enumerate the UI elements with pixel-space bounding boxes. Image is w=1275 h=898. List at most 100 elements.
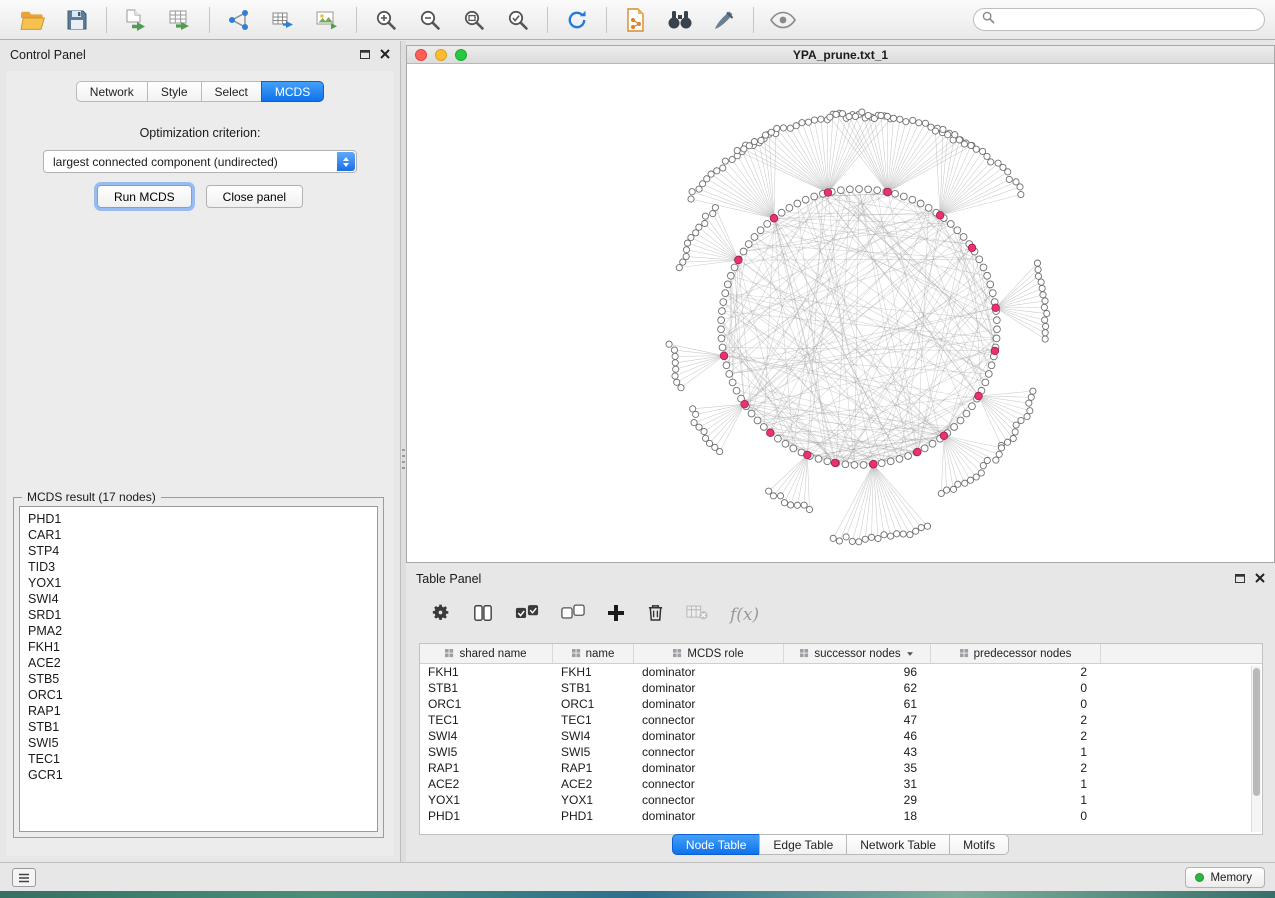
table-row[interactable]: TEC1TEC1connector472 <box>420 712 1262 728</box>
table-row[interactable]: ACE2ACE2connector311 <box>420 776 1262 792</box>
mcds-result-groupbox: MCDS result (17 nodes) PHD1CAR1STP4TID3Y… <box>13 497 384 838</box>
tab-network-table[interactable]: Network Table <box>846 834 950 855</box>
status-menu-icon[interactable] <box>12 868 36 887</box>
search-network-icon[interactable] <box>665 5 695 35</box>
node-table: shared namenameMCDS rolesuccessor nodesp… <box>419 643 1263 835</box>
tab-mcds[interactable]: MCDS <box>261 81 324 102</box>
desktop-wallpaper-strip <box>0 891 1275 898</box>
share-document-icon[interactable] <box>621 5 651 35</box>
column-header-name[interactable]: name <box>553 644 634 663</box>
dropdown-stepper-icon <box>337 152 355 171</box>
export-network-icon[interactable] <box>224 5 254 35</box>
toggle-graphics-details-icon[interactable] <box>768 5 798 35</box>
network-canvas[interactable] <box>407 64 1274 562</box>
result-item[interactable]: FKH1 <box>28 639 369 655</box>
file-group <box>10 5 100 35</box>
float-table-panel-icon[interactable] <box>1235 572 1245 586</box>
control-panel: Control Panel NetworkStyleSelectMCDS Opt… <box>0 41 401 862</box>
result-item[interactable]: PMA2 <box>28 623 369 639</box>
result-item[interactable]: TID3 <box>28 559 369 575</box>
zoom-in-icon[interactable] <box>371 5 401 35</box>
close-table-panel-icon[interactable] <box>1255 572 1265 586</box>
network-canvas-svg <box>407 64 1274 562</box>
result-item[interactable]: YOX1 <box>28 575 369 591</box>
result-item[interactable]: STB1 <box>28 719 369 735</box>
column-header-MCDS-role[interactable]: MCDS role <box>634 644 784 663</box>
zoom-out-icon[interactable] <box>415 5 445 35</box>
tab-node-table[interactable]: Node Table <box>672 834 761 855</box>
result-item[interactable]: SRD1 <box>28 607 369 623</box>
result-item[interactable]: SWI4 <box>28 591 369 607</box>
global-search <box>973 8 1265 31</box>
tab-network[interactable]: Network <box>76 81 148 102</box>
run-mcds-button[interactable]: Run MCDS <box>97 185 192 208</box>
result-item[interactable]: STP4 <box>28 543 369 559</box>
table-row[interactable]: ORC1ORC1dominator610 <box>420 696 1262 712</box>
import-group <box>113 5 203 35</box>
float-window-icon[interactable] <box>360 48 370 62</box>
result-item[interactable]: TEC1 <box>28 751 369 767</box>
column-header-successor-nodes[interactable]: successor nodes <box>784 644 931 663</box>
table-row[interactable]: RAP1RAP1dominator352 <box>420 760 1262 776</box>
table-panel-tabs: Node TableEdge TableNetwork TableMotifs <box>672 834 1009 855</box>
main-toolbar <box>0 0 1275 40</box>
result-item[interactable]: ORC1 <box>28 687 369 703</box>
tab-motifs[interactable]: Motifs <box>949 834 1009 855</box>
table-settings-gear-icon[interactable] <box>430 602 451 628</box>
table-row[interactable]: FKH1FKH1dominator962 <box>420 664 1262 680</box>
column-header-shared-name[interactable]: shared name <box>420 644 553 663</box>
tab-style[interactable]: Style <box>147 81 202 102</box>
paint-style-icon[interactable] <box>709 5 739 35</box>
memory-button[interactable]: Memory <box>1185 867 1265 888</box>
open-folder-icon[interactable] <box>18 5 48 35</box>
mcds-result-title: MCDS result (17 nodes) <box>22 490 161 504</box>
window-minimize-button[interactable] <box>435 49 447 61</box>
zoom-group <box>363 5 541 35</box>
optimization-criterion-select[interactable]: largest connected component (undirected) <box>43 150 357 173</box>
result-item[interactable]: PHD1 <box>28 511 369 527</box>
table-scrollbar-thumb[interactable] <box>1253 668 1260 796</box>
search-icon <box>982 11 995 29</box>
table-scrollbar[interactable] <box>1251 666 1261 832</box>
status-bar: Memory <box>0 862 1275 891</box>
table-panel-title: Table Panel <box>416 572 481 586</box>
table-row[interactable]: SWI5SWI5connector431 <box>420 744 1262 760</box>
tools-group <box>613 5 747 35</box>
export-table-icon[interactable] <box>268 5 298 35</box>
close-panel-icon[interactable] <box>380 48 390 62</box>
table-row[interactable]: YOX1YOX1connector291 <box>420 792 1262 808</box>
import-network-from-file-icon[interactable] <box>121 5 151 35</box>
add-column-icon[interactable] <box>607 604 625 627</box>
export-group <box>216 5 350 35</box>
result-item[interactable]: STB5 <box>28 671 369 687</box>
result-item[interactable]: ACE2 <box>28 655 369 671</box>
table-row[interactable]: PHD1PHD1dominator180 <box>420 808 1262 824</box>
mcds-result-list: PHD1CAR1STP4TID3YOX1SWI4SRD1PMA2FKH1ACE2… <box>19 506 378 832</box>
tab-edge-table[interactable]: Edge Table <box>759 834 847 855</box>
tab-select[interactable]: Select <box>201 81 262 102</box>
save-icon[interactable] <box>62 5 92 35</box>
close-panel-button[interactable]: Close panel <box>206 185 303 208</box>
search-input[interactable] <box>1000 13 1256 27</box>
zoom-fit-icon[interactable] <box>459 5 489 35</box>
result-item[interactable]: GCR1 <box>28 767 369 783</box>
result-item[interactable]: SWI5 <box>28 735 369 751</box>
refresh-group <box>554 5 600 35</box>
table-row[interactable]: STB1STB1dominator620 <box>420 680 1262 696</box>
export-image-icon[interactable] <box>312 5 342 35</box>
delete-column-icon[interactable] <box>647 603 664 627</box>
window-close-button[interactable] <box>415 49 427 61</box>
result-item[interactable]: CAR1 <box>28 527 369 543</box>
result-item[interactable]: RAP1 <box>28 703 369 719</box>
refresh-layout-icon[interactable] <box>562 5 592 35</box>
show-columns-icon[interactable] <box>473 603 493 628</box>
zoom-selected-icon[interactable] <box>503 5 533 35</box>
select-all-rows-icon[interactable] <box>515 604 539 626</box>
import-table-from-file-icon[interactable] <box>165 5 195 35</box>
column-header-predecessor-nodes[interactable]: predecessor nodes <box>931 644 1101 663</box>
table-row[interactable]: SWI4SWI4dominator462 <box>420 728 1262 744</box>
optimization-criterion-label: Optimization criterion: <box>6 126 394 140</box>
deselect-all-rows-icon[interactable] <box>561 604 585 626</box>
control-panel-title: Control Panel <box>10 48 86 62</box>
window-maximize-button[interactable] <box>455 49 467 61</box>
